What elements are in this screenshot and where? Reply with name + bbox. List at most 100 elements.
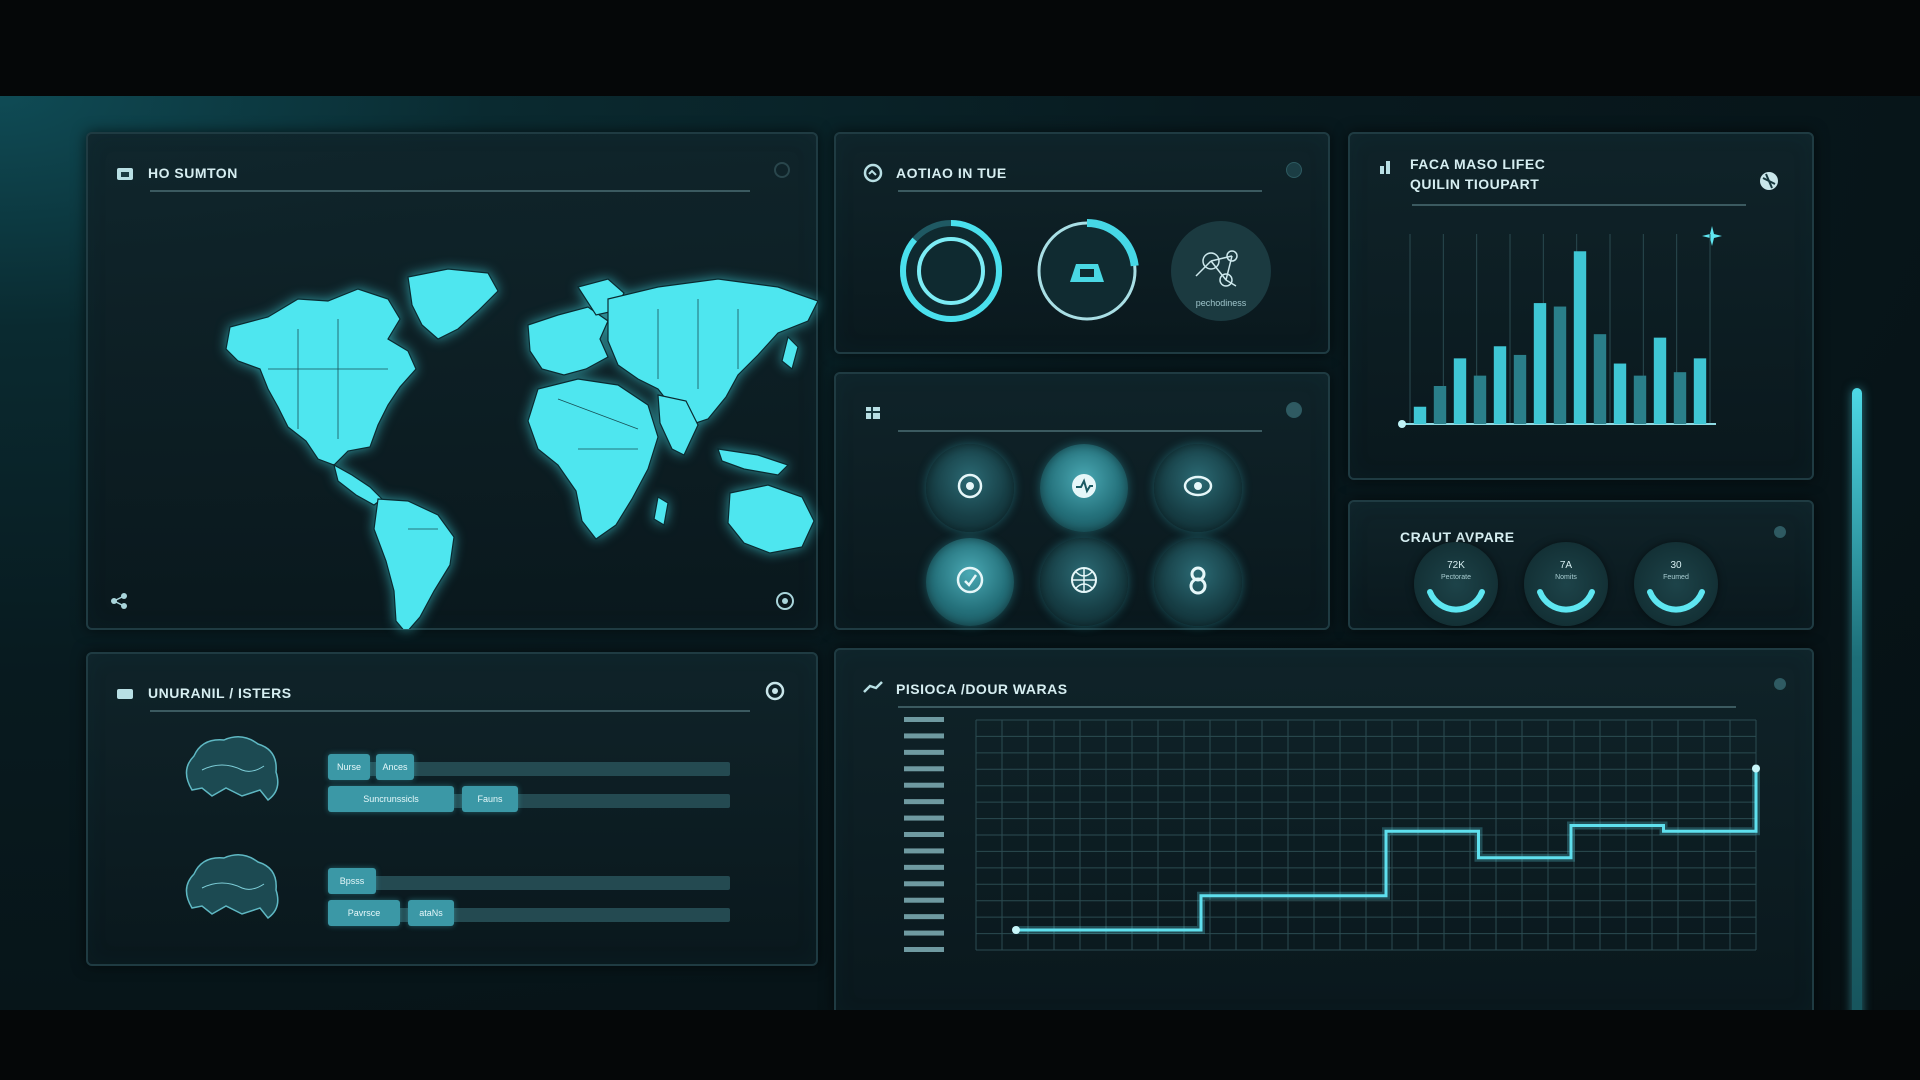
line-y-tick-label	[904, 864, 944, 870]
activity-ring-1[interactable]	[896, 216, 1006, 326]
home-icon	[117, 168, 133, 180]
bar-chart-panel: FACA MASO LIFEC QUILIN TIOUPART	[1348, 132, 1814, 480]
bar-1	[1413, 406, 1427, 424]
line-y-tick-label	[904, 914, 944, 920]
check-icon	[956, 566, 984, 594]
world-map-header: HO SUMTON	[114, 156, 790, 192]
line-y-tick-label	[904, 848, 944, 854]
line-chart	[904, 717, 1760, 952]
craut-gauge-1-sub: Pectorate	[1441, 574, 1471, 581]
line-y-tick-label	[904, 717, 944, 722]
line-chart-header: PISIOCA /DOUR WARAS	[862, 672, 1786, 708]
bar-6	[1513, 354, 1527, 424]
craut-gauge-1-value: 72K	[1447, 560, 1465, 571]
map-north-america	[225, 288, 417, 466]
pulse-icon	[1072, 474, 1096, 498]
bar-11	[1613, 363, 1627, 424]
units-settings-icon[interactable]	[764, 680, 786, 702]
unit-chip-1[interactable]: Nurse	[328, 754, 370, 780]
eye-icon	[1183, 475, 1213, 497]
polica-button-3[interactable]	[1154, 444, 1242, 532]
activity-title: AOTIAO IN TUE	[896, 165, 1007, 181]
activity-header: AOTIAO IN TUE	[862, 156, 1302, 192]
polica-button-6[interactable]	[1154, 538, 1242, 626]
bar-7	[1533, 303, 1547, 424]
line-y-tick-label	[904, 733, 944, 739]
trend-icon	[863, 681, 883, 693]
world-map-panel: HO SUMTON	[86, 132, 839, 634]
craut-menu-button[interactable]	[1774, 526, 1786, 538]
bar-12	[1633, 375, 1647, 424]
unit-chip-2[interactable]: Ances	[376, 754, 414, 780]
units-title: UNURANIL / ISTERS	[148, 685, 292, 701]
map-japan	[781, 335, 799, 371]
bar-13	[1653, 337, 1667, 424]
craut-gauge-2-sub: Nomits	[1555, 574, 1577, 581]
line-y-tick-label	[904, 897, 944, 903]
bar-8	[1553, 306, 1567, 424]
craut-panel: CRAUT AVPARE 72K Pectorate 7A Nomits 30 …	[1348, 500, 1814, 630]
line-y-tick-label	[904, 881, 944, 887]
line-chart-menu-button[interactable]	[1774, 678, 1786, 690]
craut-gauge-3-sub: Feumed	[1663, 574, 1689, 581]
bar-axis-origin	[1398, 420, 1406, 428]
dashboard-screen: HO SUMTON AOTIAO IN TUE pechodiness FACA…	[0, 96, 1920, 1064]
polica-button-5[interactable]	[1040, 538, 1128, 626]
map-central-america	[333, 463, 383, 506]
map-australia	[727, 484, 815, 554]
target-icon[interactable]	[774, 590, 796, 612]
unit-chip-5[interactable]: Bpsss	[328, 868, 376, 894]
craut-gauge-2[interactable]: 7A Nomits	[1524, 542, 1608, 626]
bar-5	[1493, 346, 1507, 424]
unit-chip-6[interactable]: Pavrsce	[328, 900, 400, 926]
bar-4	[1473, 375, 1487, 424]
bar-chart-header: FACA MASO LIFEC QUILIN TIOUPART	[1376, 156, 1786, 206]
chart-icon	[1380, 161, 1390, 174]
polica-button-4[interactable]	[926, 538, 1014, 626]
polica-button-2[interactable]	[1040, 444, 1128, 532]
line-y-tick-label	[904, 832, 944, 837]
units-header: UNURANIL / ISTERS	[114, 676, 790, 712]
line-series	[1016, 768, 1758, 932]
globe-icon[interactable]	[1758, 170, 1780, 192]
activity-ring-2[interactable]	[1032, 216, 1142, 326]
line-y-tick-label	[904, 749, 944, 755]
unit-track-3	[328, 876, 730, 890]
activity-panel: AOTIAO IN TUE pechodiness	[834, 132, 1330, 354]
share-icon[interactable]	[108, 590, 130, 612]
line-y-tick-label	[904, 799, 944, 805]
bar-9	[1573, 251, 1587, 424]
unit-chip-3[interactable]: Suncrunssicls	[328, 786, 454, 812]
units-panel: UNURANIL / ISTERS Nurse Ances Suncrunssi…	[86, 652, 818, 966]
polica-button-1[interactable]	[926, 444, 1014, 532]
bar-chart	[1398, 234, 1716, 428]
craut-gauge-1[interactable]: 72K Pectorate	[1414, 542, 1498, 626]
brain-icon	[185, 736, 279, 802]
unit-chip-7[interactable]: ataNs	[408, 900, 454, 926]
line-point	[1752, 764, 1760, 773]
craut-gauge-3-value: 30	[1670, 560, 1682, 571]
activity-menu-button[interactable]	[1286, 162, 1302, 178]
craut-gauge-3[interactable]: 30 Feumed	[1634, 542, 1718, 626]
world-map	[138, 229, 839, 634]
letterbox-bottom	[0, 1010, 1920, 1080]
activity-ring-3[interactable]: pechodiness	[1166, 216, 1276, 326]
polica-menu-button[interactable]	[1286, 402, 1302, 418]
polica-header	[862, 396, 1302, 432]
unit-chip-4[interactable]: Fauns	[462, 786, 518, 812]
user-icon	[1189, 566, 1207, 595]
map-indonesia	[717, 448, 790, 476]
bar-chart-title-line1: FACA MASO LIFEC	[1410, 156, 1546, 172]
line-y-tick-label	[904, 815, 944, 821]
map-madagascar	[653, 496, 669, 526]
line-y-tick-label	[904, 947, 944, 952]
bar-2	[1433, 386, 1447, 424]
polica-panel	[834, 372, 1330, 630]
map-europe	[527, 306, 609, 376]
map-south-america	[373, 498, 455, 634]
folder-icon	[117, 689, 133, 699]
line-y-tick-label	[904, 930, 944, 936]
vertical-scrollbar[interactable]	[1852, 388, 1862, 1064]
bar-15	[1693, 358, 1707, 424]
world-map-menu-button[interactable]	[774, 162, 790, 178]
